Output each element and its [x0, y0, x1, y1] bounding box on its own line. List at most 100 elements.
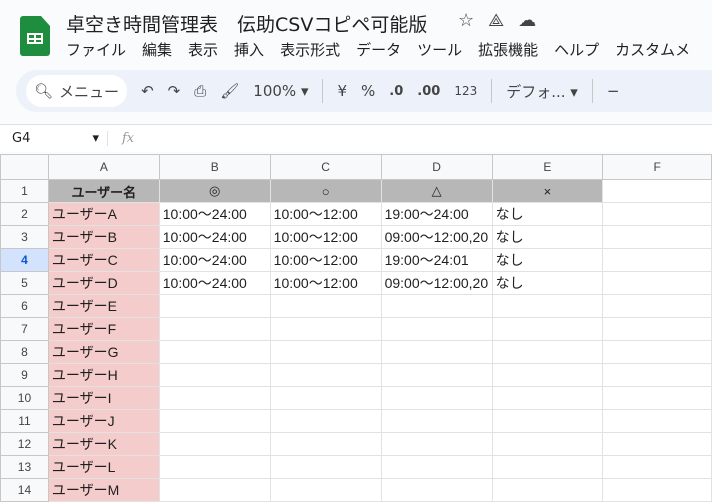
redo-icon[interactable]: ↷ — [168, 82, 181, 100]
print-icon[interactable]: ⎙ — [194, 82, 206, 100]
cell[interactable]: 10:00～24:00 — [158, 248, 271, 272]
star-icon[interactable]: ☆ — [458, 10, 474, 31]
cell[interactable]: ユーザーL — [47, 455, 160, 479]
row-header[interactable]: 14 — [0, 478, 49, 502]
cell[interactable]: 19:00～24:00 — [380, 202, 493, 226]
menu-item[interactable]: 拡張機能 — [478, 39, 538, 60]
cell[interactable] — [158, 317, 271, 341]
cell[interactable] — [602, 455, 712, 479]
cell[interactable]: ユーザーH — [47, 363, 160, 387]
cell[interactable]: 09:00～12:00,20 — [380, 271, 493, 295]
cell[interactable] — [380, 294, 493, 318]
cell[interactable]: 10:00～12:00 — [269, 271, 382, 295]
row-header[interactable]: 6 — [0, 294, 49, 318]
cell[interactable] — [158, 432, 271, 456]
select-all-corner[interactable] — [0, 154, 49, 180]
cell[interactable] — [380, 432, 493, 456]
cell[interactable]: 09:00～12:00,20 — [380, 225, 493, 249]
cell[interactable]: ユーザーJ — [47, 409, 160, 433]
cell[interactable] — [380, 317, 493, 341]
cell[interactable] — [602, 271, 712, 295]
document-title[interactable]: 卓空き時間管理表 伝助CSVコピペ可能版 — [66, 10, 427, 37]
increase-decimal-button[interactable]: .00 — [417, 84, 440, 99]
cell[interactable] — [491, 294, 604, 318]
cell[interactable] — [269, 340, 382, 364]
cell[interactable] — [158, 363, 271, 387]
font-size-decrease-button[interactable]: − — [607, 82, 620, 100]
cell[interactable] — [158, 455, 271, 479]
paint-format-icon[interactable]: 🖌︎ — [220, 82, 239, 100]
cell[interactable] — [158, 294, 271, 318]
cell[interactable]: なし — [491, 271, 604, 295]
cell[interactable] — [602, 432, 712, 456]
sheets-logo-icon[interactable] — [20, 16, 50, 56]
row-header[interactable]: 8 — [0, 340, 49, 364]
cell[interactable] — [269, 363, 382, 387]
cell[interactable] — [158, 409, 271, 433]
zoom-select[interactable]: 100% ▾ — [253, 82, 308, 100]
cell[interactable]: 10:00～24:00 — [158, 202, 271, 226]
cell[interactable] — [380, 409, 493, 433]
row-header[interactable]: 13 — [0, 455, 49, 479]
cell[interactable] — [158, 386, 271, 410]
cell[interactable]: ユーザーK — [47, 432, 160, 456]
cell[interactable] — [491, 478, 604, 502]
column-header-B[interactable]: B — [158, 154, 271, 180]
font-select[interactable]: デフォ... ▾ — [506, 81, 578, 102]
cell[interactable]: なし — [491, 225, 604, 249]
cell[interactable] — [269, 294, 382, 318]
cell[interactable] — [380, 363, 493, 387]
cell[interactable] — [491, 363, 604, 387]
cell[interactable]: ユーザーD — [47, 271, 160, 295]
row-header[interactable]: 5 — [0, 271, 49, 295]
cell[interactable] — [602, 294, 712, 318]
move-to-drive-icon[interactable]: ⟁ — [488, 10, 504, 31]
cell[interactable] — [158, 478, 271, 502]
cell[interactable]: ユーザーA — [47, 202, 160, 226]
cell[interactable]: 10:00～12:00 — [269, 248, 382, 272]
name-box[interactable]: G4 ▾ — [0, 131, 108, 146]
cell[interactable]: ユーザーF — [47, 317, 160, 341]
cell[interactable] — [380, 386, 493, 410]
cell[interactable] — [602, 478, 712, 502]
cell[interactable] — [269, 386, 382, 410]
row-header[interactable]: 3 — [0, 225, 49, 249]
row-header[interactable]: 2 — [0, 202, 49, 226]
number-format-button[interactable]: 123 — [454, 84, 477, 98]
cell[interactable]: 19:00～24:01 — [380, 248, 493, 272]
header-cell[interactable] — [602, 179, 712, 203]
percent-button[interactable]: % — [361, 82, 375, 100]
cell[interactable] — [491, 432, 604, 456]
cell[interactable]: ユーザーC — [47, 248, 160, 272]
menu-item[interactable]: ファイル — [66, 39, 126, 60]
column-header-E[interactable]: E — [491, 154, 604, 180]
cell[interactable] — [602, 248, 712, 272]
cell[interactable] — [602, 363, 712, 387]
cell[interactable] — [602, 317, 712, 341]
cell[interactable] — [380, 478, 493, 502]
cell[interactable] — [491, 386, 604, 410]
row-header[interactable]: 1 — [0, 179, 49, 203]
cell[interactable] — [269, 409, 382, 433]
cell[interactable]: ユーザーI — [47, 386, 160, 410]
row-header[interactable]: 11 — [0, 409, 49, 433]
cell[interactable] — [491, 340, 604, 364]
header-cell[interactable]: ◎ — [158, 179, 271, 203]
cell[interactable] — [602, 202, 712, 226]
row-header[interactable]: 7 — [0, 317, 49, 341]
cell[interactable] — [158, 340, 271, 364]
menu-item[interactable]: 挿入 — [234, 39, 264, 60]
header-cell[interactable]: × — [491, 179, 604, 203]
cell[interactable]: ユーザーE — [47, 294, 160, 318]
cell[interactable] — [269, 478, 382, 502]
cell[interactable] — [491, 317, 604, 341]
cell[interactable] — [380, 455, 493, 479]
decrease-decimal-button[interactable]: .0 — [389, 84, 403, 99]
menu-item[interactable]: 表示形式 — [280, 39, 340, 60]
cell[interactable] — [269, 317, 382, 341]
menu-search[interactable]: 🔍︎ メニュー — [26, 75, 128, 107]
row-header[interactable]: 9 — [0, 363, 49, 387]
cell[interactable] — [602, 340, 712, 364]
row-header[interactable]: 10 — [0, 386, 49, 410]
cell[interactable]: ユーザーG — [47, 340, 160, 364]
